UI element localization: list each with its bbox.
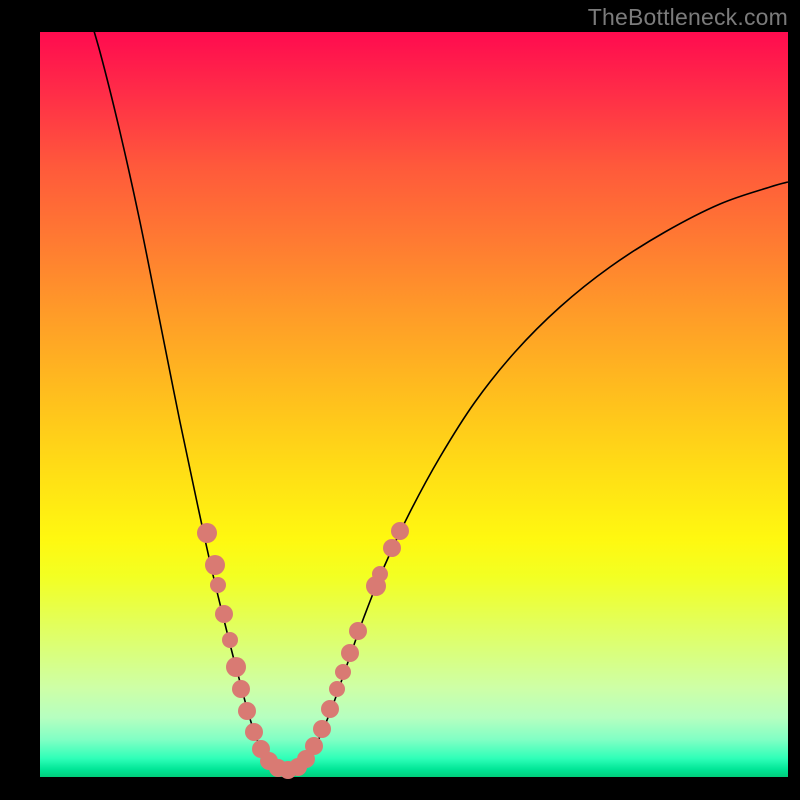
- data-marker: [335, 664, 351, 680]
- data-marker: [226, 657, 246, 677]
- data-marker: [341, 644, 359, 662]
- data-marker: [232, 680, 250, 698]
- data-marker: [215, 605, 233, 623]
- chart-frame: TheBottleneck.com: [0, 0, 800, 800]
- data-marker: [313, 720, 331, 738]
- data-markers: [197, 522, 409, 779]
- data-marker: [383, 539, 401, 557]
- plot-area: [40, 32, 788, 777]
- chart-svg: [40, 32, 788, 777]
- data-marker: [245, 723, 263, 741]
- data-marker: [391, 522, 409, 540]
- data-marker: [222, 632, 238, 648]
- data-marker: [238, 702, 256, 720]
- data-marker: [349, 622, 367, 640]
- data-marker: [321, 700, 339, 718]
- data-marker: [305, 737, 323, 755]
- data-marker: [197, 523, 217, 543]
- data-marker: [210, 577, 226, 593]
- watermark-text: TheBottleneck.com: [588, 4, 788, 31]
- data-marker: [329, 681, 345, 697]
- data-marker: [205, 555, 225, 575]
- data-marker: [372, 566, 388, 582]
- bottleneck-curve: [82, 0, 788, 771]
